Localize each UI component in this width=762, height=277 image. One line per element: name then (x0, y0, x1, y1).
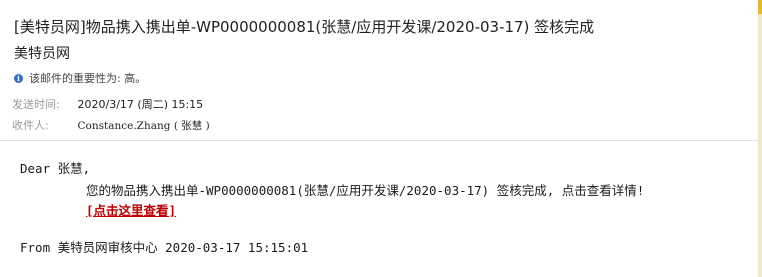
recipient-value[interactable]: Constance.Zhang ( 张慧 ) (78, 120, 210, 132)
recipient-row: 收件人: Constance.Zhang ( 张慧 ) (12, 117, 210, 133)
email-subject: [美特员网]物品携入携出单-WP0000000081(张慧/应用开发课/2020… (14, 18, 595, 36)
sent-time-row: 发送时间: 2020/3/17 (周二) 15:15 (12, 96, 203, 112)
window-edge (758, 0, 762, 277)
email-sender: 美特员网 (14, 46, 70, 62)
window-edge-accent (758, 0, 762, 14)
body-signature: From 美特员网审核中心 2020-03-17 15:15:01 (20, 240, 309, 255)
sent-time-label: 发送时间: (12, 98, 60, 111)
sent-time-value: 2020/3/17 (周二) 15:15 (77, 98, 204, 111)
view-details-link[interactable]: [点击这里查看] (86, 200, 176, 219)
body-message: 您的物品携入携出单-WP0000000081(张慧/应用开发课/2020-03-… (86, 183, 645, 198)
header-divider (0, 140, 758, 141)
info-icon: i (14, 73, 23, 83)
recipient-label: 收件人: (12, 119, 49, 132)
importance-notice: i 该邮件的重要性为: 高。 (14, 70, 146, 86)
body-greeting: Dear 张慧, (20, 161, 91, 176)
importance-text: 该邮件的重要性为: 高。 (29, 72, 147, 85)
